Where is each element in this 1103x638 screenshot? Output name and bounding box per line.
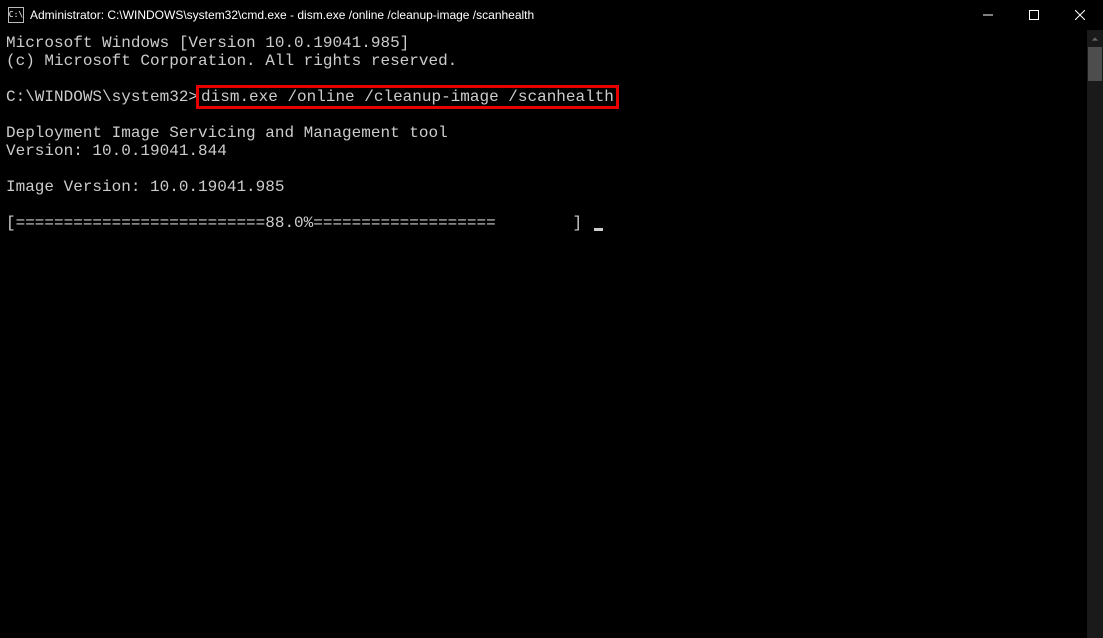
vertical-scrollbar[interactable]: [1087, 30, 1103, 638]
output-line: (c) Microsoft Corporation. All rights re…: [6, 52, 1087, 70]
minimize-icon: [983, 10, 993, 20]
output-line: Microsoft Windows [Version 10.0.19041.98…: [6, 34, 1087, 52]
cmd-icon: C:\: [8, 7, 24, 23]
output-line: Image Version: 10.0.19041.985: [6, 178, 1087, 196]
command-text: dism.exe /online /cleanup-image /scanhea…: [201, 88, 614, 106]
chevron-up-icon: [1091, 35, 1099, 43]
cmd-window: C:\ Administrator: C:\WINDOWS\system32\c…: [0, 0, 1103, 638]
titlebar[interactable]: C:\ Administrator: C:\WINDOWS\system32\c…: [0, 0, 1103, 30]
output-blank: [6, 196, 1087, 214]
scroll-thumb[interactable]: [1088, 47, 1102, 81]
progress-bar-text: [==========================88.0%========…: [6, 214, 592, 232]
command-highlight: dism.exe /online /cleanup-image /scanhea…: [196, 85, 619, 109]
output-blank: [6, 160, 1087, 178]
scroll-up-button[interactable]: [1087, 30, 1103, 47]
maximize-icon: [1029, 10, 1039, 20]
prompt-prefix: C:\WINDOWS\system32>: [6, 88, 198, 106]
terminal-output[interactable]: Microsoft Windows [Version 10.0.19041.98…: [0, 30, 1087, 638]
output-line: Deployment Image Servicing and Managemen…: [6, 124, 1087, 142]
maximize-button[interactable]: [1011, 0, 1057, 30]
prompt-line: C:\WINDOWS\system32>dism.exe /online /cl…: [6, 88, 1087, 106]
content-wrap: Microsoft Windows [Version 10.0.19041.98…: [0, 30, 1103, 638]
window-title: Administrator: C:\WINDOWS\system32\cmd.e…: [30, 8, 534, 22]
output-line: Version: 10.0.19041.844: [6, 142, 1087, 160]
titlebar-controls: [965, 0, 1103, 30]
cursor: [594, 228, 603, 231]
minimize-button[interactable]: [965, 0, 1011, 30]
close-icon: [1075, 10, 1085, 20]
close-button[interactable]: [1057, 0, 1103, 30]
titlebar-left: C:\ Administrator: C:\WINDOWS\system32\c…: [0, 7, 534, 23]
progress-line: [==========================88.0%========…: [6, 214, 1087, 232]
